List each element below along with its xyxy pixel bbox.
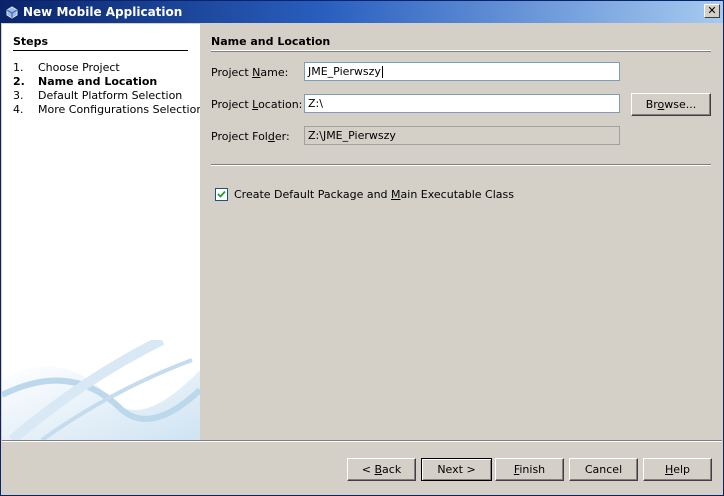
cancel-button[interactable]: Cancel bbox=[569, 458, 638, 481]
new-mobile-application-dialog: New Mobile Application ✕ Steps 1. Choose … bbox=[0, 0, 724, 496]
step-number: 4. bbox=[13, 103, 24, 116]
step-label: Choose Project bbox=[38, 61, 120, 74]
step-item: 4. More Configurations Selection bbox=[13, 103, 200, 117]
steps-title: Steps bbox=[13, 35, 188, 51]
button-text: inish bbox=[519, 463, 546, 476]
label-mnemonic: M bbox=[391, 188, 401, 201]
button-text: Next > bbox=[437, 463, 476, 476]
label-text: Project Fol bbox=[211, 130, 268, 143]
input-value: Z:\ bbox=[308, 97, 323, 110]
close-icon: ✕ bbox=[707, 4, 717, 17]
browse-button[interactable]: Browse... bbox=[631, 93, 711, 116]
label-text: Create Default Package and bbox=[234, 188, 392, 201]
step-item-current: 2. Name and Location bbox=[13, 75, 200, 89]
back-button[interactable]: < Back bbox=[347, 458, 416, 481]
next-button[interactable]: Next > bbox=[421, 458, 492, 481]
button-text: Br bbox=[645, 98, 658, 111]
button-mnemonic: B bbox=[374, 463, 383, 476]
project-folder-label: Project Folder: bbox=[211, 130, 290, 143]
label-text: er: bbox=[274, 130, 290, 143]
step-label: Default Platform Selection bbox=[38, 89, 183, 102]
label-text: ame: bbox=[260, 66, 289, 79]
window-title: New Mobile Application bbox=[23, 5, 183, 19]
coffee-cup-icon bbox=[6, 6, 18, 19]
section-separator bbox=[211, 164, 711, 166]
project-name-input[interactable]: JME_Pierwszy bbox=[304, 62, 620, 81]
create-main-class-option[interactable]: Create Default Package and Main Executab… bbox=[215, 188, 514, 201]
create-main-class-checkbox[interactable] bbox=[215, 188, 228, 201]
project-folder-field: Z:\JME_Pierwszy bbox=[304, 126, 620, 145]
label-text: ocation: bbox=[258, 98, 303, 111]
step-item: 1. Choose Project bbox=[13, 61, 200, 75]
input-value: Z:\JME_Pierwszy bbox=[308, 129, 396, 142]
button-mnemonic: H bbox=[664, 463, 674, 476]
step-label: Name and Location bbox=[38, 75, 158, 88]
name-and-location-panel: Name and Location Project Name: JME_Pier… bbox=[200, 24, 722, 440]
button-bar: < Back Next > Finish Cancel Help bbox=[1, 442, 723, 495]
checkbox-label: Create Default Package and Main Executab… bbox=[234, 188, 514, 201]
button-text: wse... bbox=[664, 98, 697, 111]
project-location-input[interactable]: Z:\ bbox=[304, 94, 620, 113]
input-value: JME_Pierwszy bbox=[308, 65, 381, 78]
step-label: More Configurations Selection bbox=[38, 103, 200, 116]
help-button[interactable]: Help bbox=[643, 458, 712, 481]
step-item: 3. Default Platform Selection bbox=[13, 89, 200, 103]
label-text: ain Executable Class bbox=[400, 188, 515, 201]
step-number: 3. bbox=[13, 89, 24, 102]
steps-list: 1. Choose Project 2. Name and Location 3. D… bbox=[13, 61, 200, 117]
checkmark-icon bbox=[217, 190, 226, 198]
text-caret bbox=[381, 66, 383, 78]
project-name-label: Project Name: bbox=[211, 66, 288, 79]
close-button[interactable]: ✕ bbox=[704, 4, 720, 18]
step-number: 2. bbox=[13, 75, 25, 88]
label-text: Project bbox=[211, 66, 253, 79]
label-text: Project bbox=[211, 98, 253, 111]
button-text: Cancel bbox=[584, 463, 623, 476]
label-mnemonic: d bbox=[267, 130, 275, 143]
steps-panel: Steps 1. Choose Project 2. Name and Locati… bbox=[2, 24, 200, 440]
section-title: Name and Location bbox=[211, 35, 711, 51]
button-text: ack bbox=[382, 463, 402, 476]
button-text: < bbox=[361, 463, 375, 476]
finish-button[interactable]: Finish bbox=[495, 458, 564, 481]
project-location-label: Project Location: bbox=[211, 98, 302, 111]
button-text: elp bbox=[673, 463, 691, 476]
title-bar[interactable]: New Mobile Application ✕ bbox=[1, 1, 723, 23]
decorative-swoosh-image bbox=[2, 340, 200, 440]
step-number: 1. bbox=[13, 61, 24, 74]
